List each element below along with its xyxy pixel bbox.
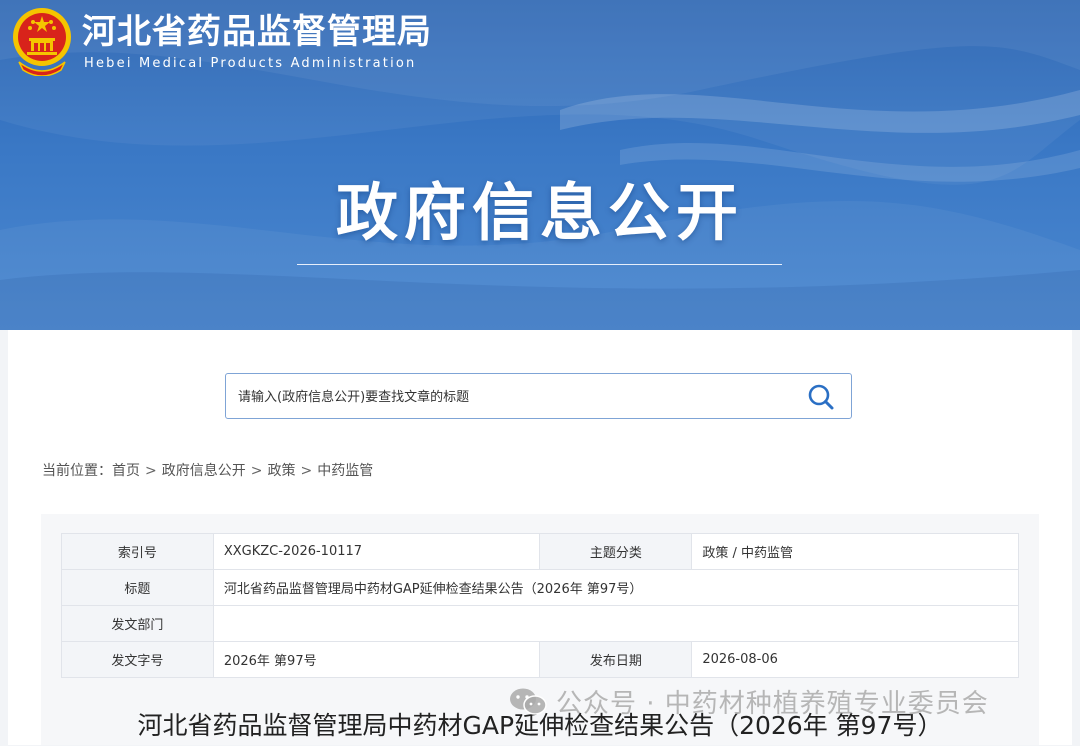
breadcrumb-tcm-regulation[interactable]: 中药监管 bbox=[317, 463, 373, 479]
watermark-text: 公众号 · 中药材种植养殖专业委员会 bbox=[556, 689, 989, 719]
date-label: 发布日期 bbox=[539, 641, 693, 678]
docno-value: 2026年 第97号 bbox=[212, 641, 541, 678]
title-label: 标题 bbox=[61, 569, 214, 606]
breadcrumb-separator: > bbox=[250, 463, 263, 479]
topic-value: 政策 / 中药监管 bbox=[691, 533, 1019, 570]
breadcrumb-policy[interactable]: 政策 bbox=[267, 463, 295, 479]
table-row: 发文部门 bbox=[61, 605, 1020, 642]
section-hero-title: 政府信息公开 bbox=[335, 176, 744, 249]
breadcrumb-separator: > bbox=[145, 463, 157, 479]
search-input[interactable] bbox=[236, 382, 780, 412]
table-row: 标题 河北省药品监督管理局中药材GAP延伸检查结果公告（2026年 第97号） bbox=[61, 569, 1020, 606]
breadcrumb-home[interactable]: 首页 bbox=[112, 463, 140, 479]
wechat-icon bbox=[510, 688, 547, 715]
dept-value bbox=[212, 605, 1020, 642]
title-value: 河北省药品监督管理局中药材GAP延伸检查结果公告（2026年 第97号） bbox=[212, 569, 1020, 606]
site-name-en: Hebei Medical Products Administration bbox=[84, 56, 417, 71]
breadcrumb-separator: > bbox=[300, 463, 313, 479]
search-bar bbox=[225, 373, 852, 419]
breadcrumb-gov-info[interactable]: 政府信息公开 bbox=[162, 463, 246, 479]
header-banner: 河北省药品监督管理局 Hebei Medical Products Admini… bbox=[0, 0, 1080, 330]
watermark: 公众号 · 中药材种植养殖专业委员会 bbox=[508, 683, 989, 720]
index-label: 索引号 bbox=[61, 533, 214, 570]
index-value: XXGKZC-2026-10117 bbox=[212, 533, 541, 570]
topic-label: 主题分类 bbox=[539, 533, 693, 570]
table-row: 发文字号 2026年 第97号 发布日期 2026-08-06 bbox=[61, 641, 1019, 678]
national-emblem-icon bbox=[13, 8, 71, 76]
site-name-cn: 河北省药品监督管理局 bbox=[82, 12, 432, 52]
hero-divider bbox=[297, 264, 782, 265]
docno-label: 发文字号 bbox=[61, 641, 214, 678]
breadcrumb: 当前位置：首页 > 政府信息公开 > 政策 > 中药监管 bbox=[42, 460, 373, 482]
dept-label: 发文部门 bbox=[61, 605, 214, 642]
date-value: 2026-08-06 bbox=[691, 641, 1019, 678]
breadcrumb-prefix: 当前位置： bbox=[42, 463, 112, 479]
table-row: 索引号 XXGKZC-2026-10117 主题分类 政策 / 中药监管 bbox=[61, 533, 1019, 570]
search-icon bbox=[808, 384, 834, 410]
document-meta-table: 索引号 XXGKZC-2026-10117 主题分类 政策 / 中药监管 标题 … bbox=[61, 533, 1020, 678]
search-button[interactable] bbox=[805, 381, 837, 413]
